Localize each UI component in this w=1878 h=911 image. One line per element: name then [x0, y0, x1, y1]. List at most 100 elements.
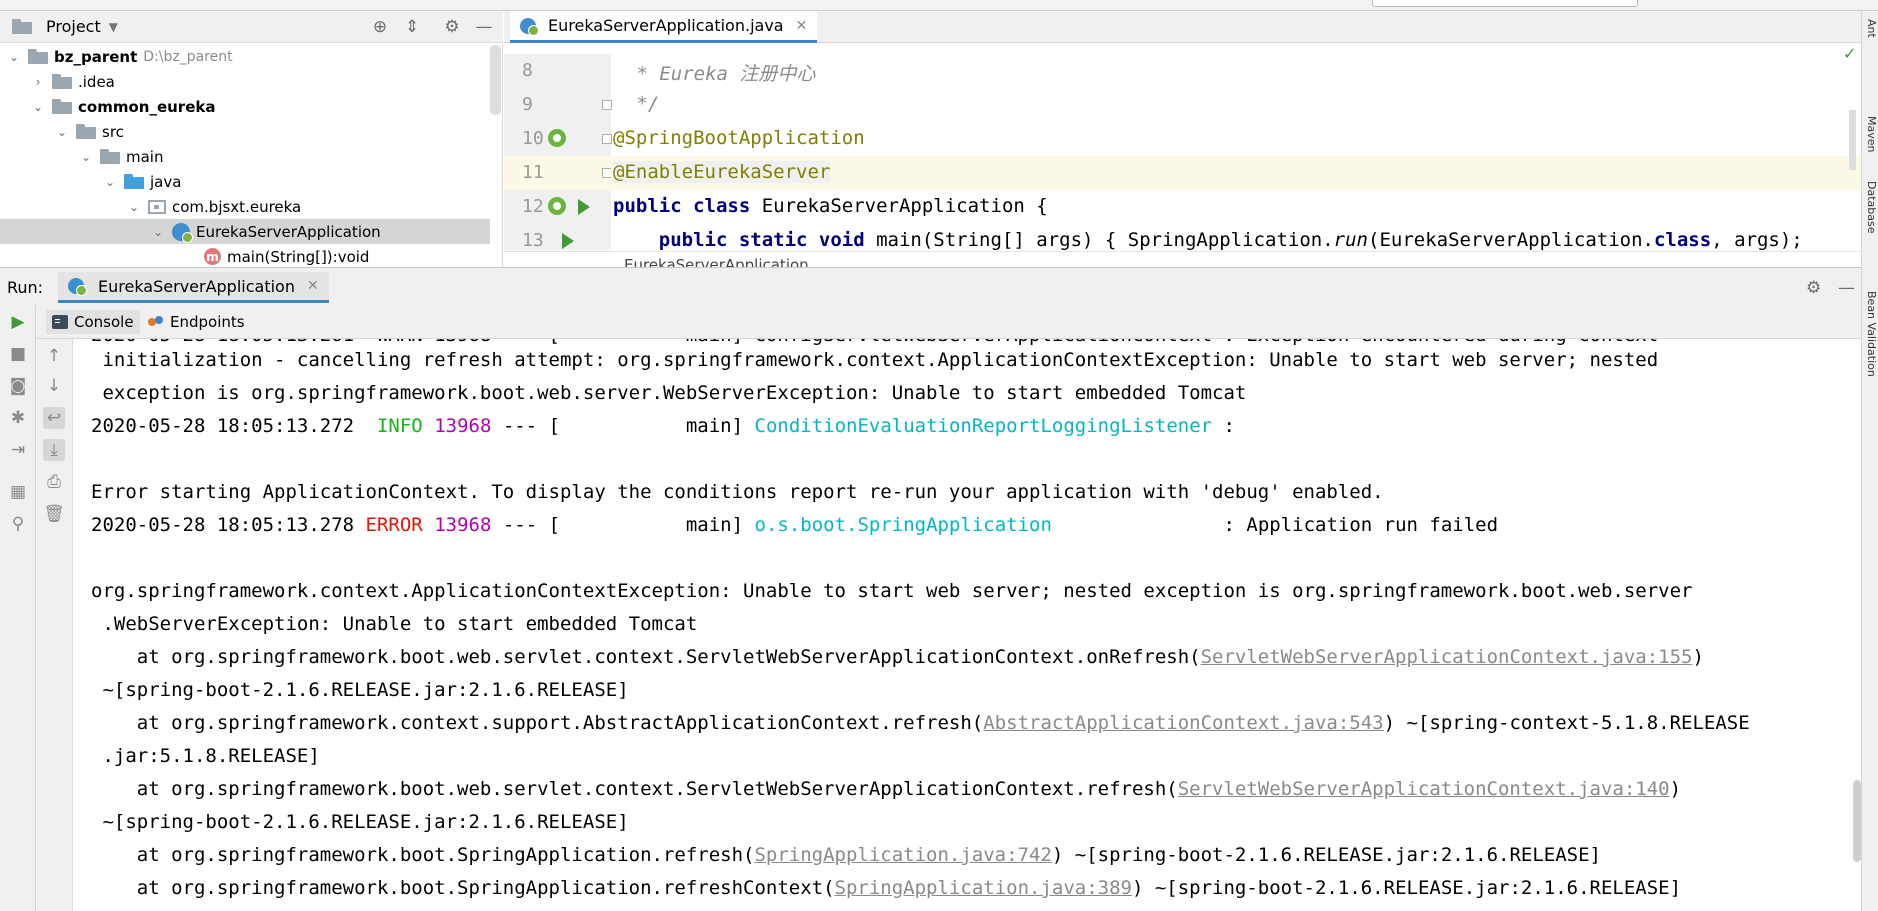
console-line: at org.springframework.boot.SpringApplic…: [91, 844, 1601, 866]
print-icon[interactable]: ⎙: [43, 471, 65, 493]
minimize-icon[interactable]: —: [474, 17, 494, 37]
module-folder-icon: [28, 49, 48, 64]
tree-item-src[interactable]: ⌄ src: [0, 119, 490, 144]
rerun-icon[interactable]: ▶: [7, 311, 29, 333]
console-line: org.springframework.context.ApplicationC…: [91, 580, 1693, 602]
scroll-to-end-icon[interactable]: ⤓: [43, 439, 65, 461]
tree-item-idea[interactable]: › .idea: [0, 69, 490, 94]
module-folder-icon: [52, 99, 72, 114]
console-scrollbar[interactable]: [1853, 780, 1861, 862]
tree-item-label: common_eureka: [78, 97, 216, 116]
project-panel: Project ▼ ⊕ ⇕ ⚙ — ⌄ bz_parent D:\bz_pare…: [0, 11, 503, 267]
tab-console-label: Console: [74, 313, 134, 331]
tab-console[interactable]: Console: [46, 310, 140, 334]
editor-scrollbar[interactable]: [1849, 110, 1856, 170]
run-tab-eureka-server-application[interactable]: EurekaServerApplication ✕: [58, 272, 329, 303]
console-line: at org.springframework.context.support.A…: [91, 712, 1750, 734]
tab-endpoints[interactable]: Endpoints: [148, 310, 245, 334]
minimize-icon[interactable]: —: [1838, 278, 1855, 298]
run-icon[interactable]: [578, 199, 590, 215]
source-folder-icon: [124, 174, 144, 189]
chevron-down-icon[interactable]: ⌄: [30, 99, 46, 115]
search-everywhere-box[interactable]: [1372, 0, 1638, 7]
tree-item-label: com.bjsxt.eureka: [172, 197, 302, 216]
pin-icon[interactable]: ⚲: [7, 513, 29, 535]
console-output[interactable]: 2020-05-28 18:05:13.261 WARN 13968 --- […: [73, 339, 1853, 911]
code-line: */: [625, 93, 660, 115]
method-icon: m: [204, 248, 221, 265]
spring-boot-run-icon: [68, 278, 87, 296]
code-editor[interactable]: * Eureka 注册中心 */ @SpringBootApplication …: [611, 54, 1861, 250]
stacktrace-link[interactable]: AbstractApplicationContext.java:543: [983, 712, 1383, 734]
layout-icon[interactable]: ▦: [7, 481, 29, 503]
maven-tool-button[interactable]: Maven: [1865, 116, 1878, 152]
project-tree-scrollbar[interactable]: [490, 45, 501, 115]
trash-icon[interactable]: 🗑: [43, 503, 65, 525]
editor-tab-bar: EurekaServerApplication.java ✕: [504, 11, 1861, 43]
chevron-down-icon[interactable]: ⌄: [150, 224, 166, 240]
console-line: Error starting ApplicationContext. To di…: [91, 481, 1384, 503]
editor-tab-eureka-server-application[interactable]: EurekaServerApplication.java ✕: [510, 11, 818, 43]
database-tool-button[interactable]: Database: [1865, 181, 1878, 234]
console-line: initialization - cancelling refresh atte…: [91, 349, 1659, 371]
spring-bean-icon[interactable]: [548, 197, 566, 215]
inspection-ok-icon[interactable]: ✓: [1843, 44, 1856, 63]
console-line: at org.springframework.boot.web.servlet.…: [91, 778, 1682, 800]
close-icon[interactable]: ✕: [796, 18, 808, 34]
chevron-down-icon[interactable]: ⌄: [78, 149, 94, 165]
stop-icon[interactable]: ■: [7, 343, 29, 365]
tree-item-label: main(String[]):void: [227, 247, 370, 266]
arrow-down-icon[interactable]: ↓: [43, 375, 65, 397]
bean-validation-tool-button[interactable]: Bean Validation: [1865, 291, 1878, 377]
gear-icon[interactable]: ⚙: [442, 17, 462, 37]
chevron-down-icon[interactable]: ⌄: [126, 199, 142, 215]
stacktrace-link[interactable]: ServletWebServerApplicationContext.java:…: [1201, 646, 1693, 668]
run-icon[interactable]: [562, 233, 574, 249]
folder-icon: [76, 124, 96, 139]
project-view-selector[interactable]: Project ▼: [12, 17, 118, 36]
debug-icon[interactable]: ✱: [7, 407, 29, 429]
console-line: ~[spring-boot-2.1.6.RELEASE.jar:2.1.6.RE…: [91, 679, 629, 701]
editor-tab-label: EurekaServerApplication.java: [548, 16, 784, 35]
stacktrace-link[interactable]: SpringApplication.java:742: [754, 844, 1051, 866]
project-folder-icon: [12, 19, 32, 34]
tree-item-java[interactable]: ⌄ java: [0, 169, 490, 194]
folder-icon: [100, 149, 120, 164]
stacktrace-link[interactable]: SpringApplication.java:389: [835, 877, 1132, 899]
tree-item-package[interactable]: ⌄ com.bjsxt.eureka: [0, 194, 490, 219]
arrow-up-icon[interactable]: ↑: [43, 345, 65, 367]
chevron-down-icon[interactable]: ⌄: [6, 49, 22, 65]
tree-item-eureka-server-application[interactable]: ⌄ EurekaServerApplication: [0, 219, 490, 244]
package-icon: [148, 199, 166, 214]
line-number: 12: [504, 190, 611, 224]
run-panel-header: Run: EurekaServerApplication ✕ ⚙ —: [0, 267, 1861, 305]
soft-wrap-icon[interactable]: ↩: [43, 407, 65, 429]
tree-item-common-eureka[interactable]: ⌄ common_eureka: [0, 94, 490, 119]
project-panel-header: Project ▼ ⊕ ⇕ ⚙ —: [0, 11, 503, 43]
tree-item-main[interactable]: ⌄ main: [0, 144, 490, 169]
tree-item-label: EurekaServerApplication: [196, 222, 381, 241]
close-icon[interactable]: ✕: [307, 278, 319, 294]
chevron-down-icon[interactable]: ⌄: [102, 174, 118, 190]
tree-item-bz-parent[interactable]: ⌄ bz_parent D:\bz_parent: [0, 44, 490, 69]
tree-item-main-method[interactable]: m main(String[]):void: [0, 244, 490, 267]
project-tree: ⌄ bz_parent D:\bz_parent › .idea ⌄ commo…: [0, 43, 490, 267]
spring-bean-icon[interactable]: [548, 129, 566, 147]
chevron-right-icon[interactable]: ›: [30, 74, 46, 90]
gear-icon[interactable]: ⚙: [1806, 278, 1821, 298]
chevron-down-icon[interactable]: ⌄: [54, 124, 70, 140]
console-line: at org.springframework.boot.SpringApplic…: [91, 877, 1682, 899]
camera-icon[interactable]: ◙: [7, 375, 29, 397]
console-line: exception is org.springframework.boot.we…: [91, 382, 1247, 404]
collapse-all-icon[interactable]: ⇕: [402, 17, 422, 37]
exit-icon[interactable]: ⇥: [7, 439, 29, 461]
line-number: 9: [504, 88, 612, 122]
console-line: .WebServerException: Unable to start emb…: [91, 613, 698, 635]
locate-target-icon[interactable]: ⊕: [370, 17, 390, 37]
code-line: public class EurekaServerApplication {: [613, 195, 1048, 217]
ant-tool-button[interactable]: Ant: [1865, 19, 1878, 38]
code-line: @SpringBootApplication: [613, 127, 865, 149]
line-number: 8: [522, 60, 533, 81]
console-toolbar: ↑ ↓ ↩ ⤓ ⎙ 🗑: [36, 339, 73, 911]
stacktrace-link[interactable]: ServletWebServerApplicationContext.java:…: [1178, 778, 1670, 800]
